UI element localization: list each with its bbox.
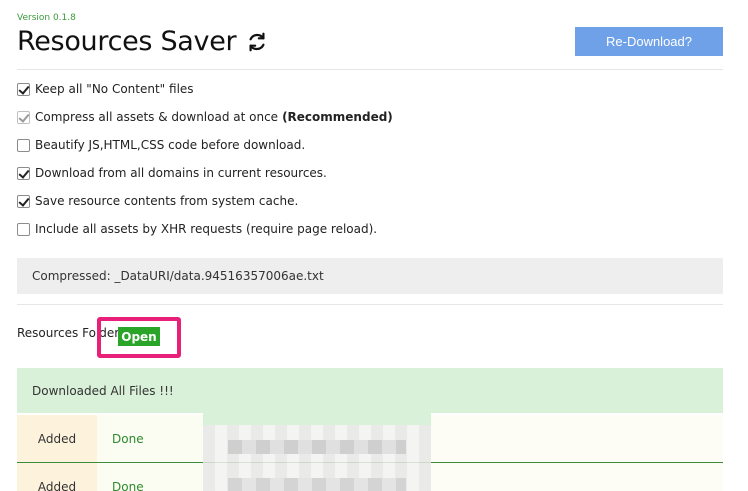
option-system-cache[interactable]: Save resource contents from system cache…: [17, 192, 298, 210]
row-state: Added: [17, 463, 97, 491]
compressed-text: Compressed: _DataURI/data.94516357006ae.…: [32, 269, 324, 283]
option-keep-no-content[interactable]: Keep all "No Content" files: [17, 80, 194, 98]
redacted-text: [228, 440, 406, 454]
option-xhr-requests[interactable]: Include all assets by XHR requests (requ…: [17, 220, 377, 238]
status-banner: Downloaded All Files !!!: [17, 368, 723, 413]
row-result: Done: [97, 463, 203, 491]
redacted-area-top: [203, 413, 431, 425]
checkbox-checked-disabled: [17, 110, 30, 124]
option-label: Keep all "No Content" files: [35, 82, 194, 96]
redacted-text: [228, 478, 406, 491]
row-result: Done: [97, 415, 203, 463]
checkbox-checked[interactable]: [17, 166, 30, 180]
version-label: Version 0.1.8: [17, 13, 76, 23]
section-divider: [17, 304, 723, 305]
option-label: Save resource contents from system cache…: [35, 194, 299, 208]
option-label: Compress all assets & download at once: [35, 110, 279, 124]
option-compress-all: Compress all assets & download at once (…: [17, 108, 393, 126]
checkbox-unchecked[interactable]: [17, 138, 30, 152]
open-folder-button[interactable]: Open: [118, 327, 160, 346]
redownload-button[interactable]: Re-Download?: [575, 27, 723, 56]
option-beautify[interactable]: Beautify JS,HTML,CSS code before downloa…: [17, 136, 305, 154]
recommended-label: (Recommended): [282, 110, 393, 124]
checkbox-unchecked[interactable]: [17, 222, 30, 236]
option-label: Beautify JS,HTML,CSS code before downloa…: [35, 138, 306, 152]
option-label: Download from all domains in current res…: [35, 166, 327, 180]
option-all-domains[interactable]: Download from all domains in current res…: [17, 164, 327, 182]
refresh-icon[interactable]: [246, 31, 268, 53]
compressed-info: Compressed: _DataURI/data.94516357006ae.…: [17, 258, 723, 294]
row-state: Added: [17, 415, 97, 463]
checkbox-checked[interactable]: [17, 82, 30, 96]
checkbox-checked[interactable]: [17, 194, 30, 208]
option-label: Include all assets by XHR requests (requ…: [35, 222, 378, 236]
page-title: Resources Saver: [17, 26, 237, 57]
title-row: Resources Saver: [17, 26, 268, 57]
header-divider: [17, 69, 723, 70]
status-banner-text: Downloaded All Files !!!: [32, 383, 174, 398]
